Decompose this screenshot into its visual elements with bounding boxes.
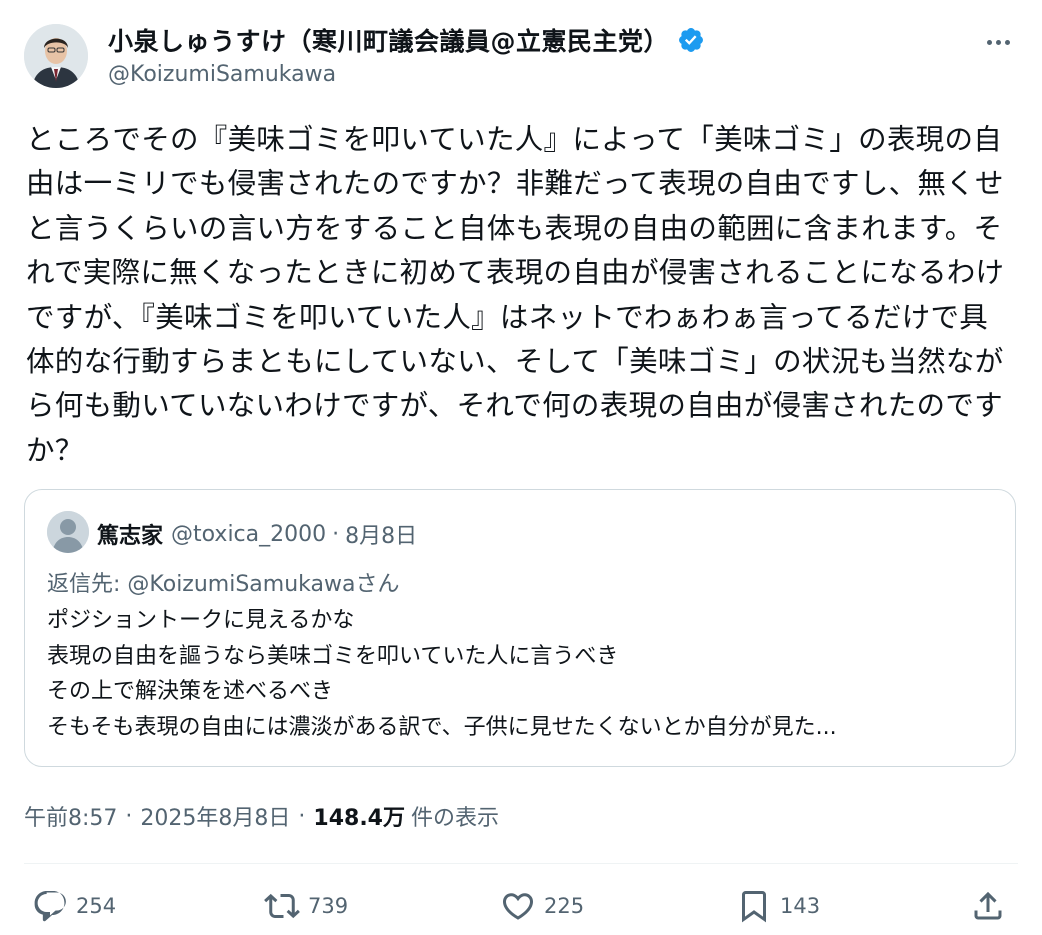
like-count: 225 (544, 894, 585, 918)
verified-badge-icon[interactable] (677, 26, 705, 54)
reply-count: 254 (76, 894, 117, 918)
reply-to-line: 返信先: @KoizumiSamukawaさん (47, 566, 400, 598)
author-display-name[interactable]: 小泉しゅうすけ（寒川町議会議員@立憲民主党） (108, 22, 669, 58)
quoted-text-line: そもそも表現の自由には濃淡がある訳で、子供に見せたくないとか自分が見た... (47, 714, 837, 740)
more-options-icon[interactable] (982, 30, 1014, 54)
quoted-text-line: ポジショントークに見えるかな (47, 608, 355, 633)
author-avatar[interactable] (24, 24, 88, 88)
bookmark-count: 143 (780, 894, 821, 918)
quoted-author-name[interactable]: 篤志家 (97, 518, 163, 550)
tweet-header: 小泉しゅうすけ（寒川町議会議員@立憲民主党） @KoizumiSamukawa (24, 16, 1018, 96)
reply-mention-link[interactable]: @KoizumiSamukawa (127, 572, 355, 597)
retweet-button[interactable]: 739 (264, 884, 348, 928)
like-button[interactable]: 225 (500, 884, 584, 928)
view-count[interactable]: 148.4万 (313, 800, 405, 832)
author-handle[interactable]: @KoizumiSamukawa (108, 62, 336, 87)
quoted-author-avatar[interactable] (47, 511, 89, 553)
separator-dot: · (298, 803, 306, 829)
retweet-icon (264, 893, 300, 919)
share-icon (974, 891, 1002, 920)
quoted-author-handle[interactable]: @toxica_2000 (171, 522, 326, 547)
author-name-row: 小泉しゅうすけ（寒川町議会議員@立憲民主党） (108, 22, 705, 58)
quoted-text: ポジショントークに見えるかな 表現の自由を謳うなら美味ゴミを叩いていた人に言うべ… (47, 603, 997, 745)
quoted-tweet[interactable]: 篤志家 @toxica_2000 · 8月8日 返信先: @KoizumiSam… (24, 489, 1016, 767)
separator-dot: · (332, 521, 340, 547)
tweet-metadata: 午前8:57 · 2025年8月8日 · 148.4万 件の表示 (24, 800, 499, 832)
bookmark-button[interactable]: 143 (736, 884, 820, 928)
tweet-text: ところでその『美味ゴミを叩いていた人』によって「美味ゴミ」の表現の自由は一ミリで… (26, 123, 1005, 467)
heart-icon (502, 893, 534, 920)
share-button[interactable] (970, 884, 1006, 928)
view-count-label: 件の表示 (410, 806, 499, 831)
quoted-text-line: 表現の自由を謳うなら美味ゴミを叩いていた人に言うべき (47, 643, 619, 669)
separator-dot: · (125, 803, 133, 829)
reply-prefix: 返信先: (47, 572, 128, 597)
reply-suffix: さん (355, 572, 400, 597)
post-date[interactable]: 2025年8月8日 (140, 800, 290, 832)
reply-button[interactable]: 254 (32, 884, 116, 928)
quoted-header: 篤志家 @toxica_2000 · 8月8日 (97, 518, 417, 550)
quoted-date[interactable]: 8月8日 (345, 518, 417, 550)
quoted-text-line: その上で解決策を述べるべき (47, 679, 334, 704)
action-bar: 254 739 225 143 (24, 884, 1018, 928)
bookmark-icon (742, 891, 766, 923)
post-time[interactable]: 午前8:57 (24, 800, 117, 832)
divider (24, 863, 1018, 864)
retweet-count: 739 (308, 894, 349, 918)
reply-icon (34, 891, 66, 922)
